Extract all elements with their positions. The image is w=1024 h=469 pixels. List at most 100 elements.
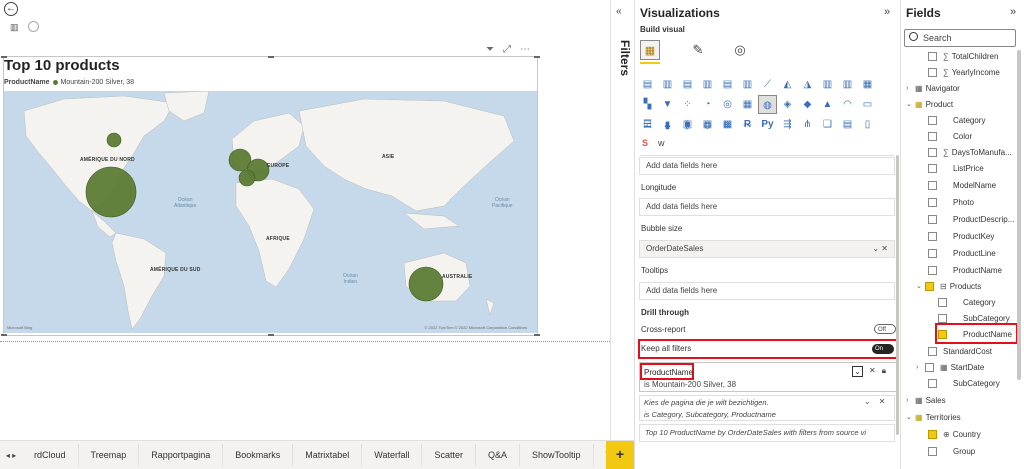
tab-page[interactable]: Scatter bbox=[422, 444, 476, 466]
tab-scroll-arrows-icon[interactable]: ◂ ▸ bbox=[0, 451, 22, 460]
resize-handle[interactable] bbox=[268, 56, 274, 58]
filter-icon[interactable]: ⏷ bbox=[486, 44, 494, 55]
world-map[interactable]: AMÉRIQUE DU NORD EUROPE ASIE AFRIQUE AMÉ… bbox=[4, 91, 537, 333]
field-checkbox-checked[interactable] bbox=[925, 281, 934, 291]
field-checkbox[interactable] bbox=[928, 214, 937, 224]
shape-map-icon[interactable]: ◆ bbox=[798, 95, 817, 114]
line-column-chart-icon[interactable]: ▥ bbox=[818, 75, 837, 94]
expand-filter-icon[interactable]: ⌄ bbox=[852, 366, 863, 377]
chevron-down-icon[interactable]: ⌄ bbox=[916, 282, 925, 290]
field-item[interactable]: Category bbox=[928, 112, 985, 128]
bubble-size-well[interactable]: OrderDateSales ⌄ ✕ bbox=[639, 240, 895, 258]
chevron-down-icon[interactable]: ⌄ bbox=[906, 100, 915, 108]
field-item[interactable]: ∑ TotalChildren bbox=[928, 48, 998, 64]
resize-handle[interactable] bbox=[534, 334, 540, 336]
more-options-icon[interactable]: ⋯ bbox=[520, 44, 530, 55]
field-checkbox[interactable] bbox=[928, 147, 937, 157]
field-checkbox[interactable] bbox=[928, 265, 937, 275]
visualizations-scrollbar[interactable] bbox=[896, 155, 899, 435]
paginated-report-icon[interactable]: ▯ bbox=[858, 115, 877, 134]
field-item[interactable]: ProductLine bbox=[928, 245, 996, 261]
tab-page[interactable]: Bookmarks bbox=[223, 444, 294, 466]
focus-mode-icon[interactable]: ⤢ bbox=[503, 44, 511, 55]
field-item-geo[interactable]: ⊕ Country bbox=[928, 426, 981, 442]
field-item[interactable]: ProductName bbox=[928, 262, 1002, 278]
treemap-icon[interactable]: ▦ bbox=[738, 95, 757, 114]
visual-table-icon[interactable]: ▥ bbox=[10, 22, 20, 32]
chevron-down-icon[interactable]: ⌄ bbox=[864, 397, 871, 406]
tab-page[interactable]: Rapportpagina bbox=[139, 444, 224, 466]
field-checkbox[interactable] bbox=[928, 51, 937, 61]
lock-icon[interactable]: 🔒︎ bbox=[882, 366, 886, 377]
field-options-icon[interactable]: ⌄ ✕ bbox=[872, 241, 888, 257]
donut-chart-icon[interactable]: ◎ bbox=[718, 95, 737, 114]
field-item[interactable]: ModelName bbox=[928, 177, 996, 193]
tab-page[interactable]: rdCloud bbox=[22, 444, 79, 466]
format-visual-icon[interactable]: ✎ bbox=[688, 40, 708, 60]
field-checkbox[interactable] bbox=[925, 362, 934, 372]
waterfall-chart-icon[interactable]: ▚ bbox=[638, 95, 657, 114]
fields-scrollbar[interactable] bbox=[1017, 50, 1021, 380]
collapse-chevrons-icon[interactable]: « bbox=[616, 6, 622, 17]
field-checkbox-checked[interactable] bbox=[928, 429, 937, 439]
location-well[interactable]: Add data fields here bbox=[639, 157, 895, 175]
chevron-right-icon[interactable]: › bbox=[906, 397, 915, 404]
resize-handle[interactable] bbox=[534, 56, 540, 58]
analytics-icon[interactable]: ◎ bbox=[730, 40, 750, 60]
pie-chart-icon[interactable]: ◔ bbox=[698, 95, 717, 114]
tab-page[interactable]: Waterfall bbox=[362, 444, 423, 466]
cross-report-toggle[interactable]: Off bbox=[874, 324, 896, 334]
funnel-chart-icon[interactable]: ▼ bbox=[658, 95, 677, 114]
hierarchy-products[interactable]: ⌄ ⊟ Products bbox=[916, 278, 981, 294]
table-sales[interactable]: › ▦ Sales bbox=[906, 392, 946, 408]
field-checkbox[interactable] bbox=[928, 446, 937, 456]
line-stacked-column-icon[interactable]: ▥ bbox=[838, 75, 857, 94]
add-page-button[interactable]: + bbox=[606, 441, 634, 469]
longitude-well[interactable]: Add data fields here bbox=[639, 198, 895, 216]
azure-map-icon[interactable]: ▲ bbox=[818, 95, 837, 114]
field-item[interactable]: SubCategory bbox=[928, 375, 1000, 391]
tab-page[interactable]: Treemap bbox=[79, 444, 140, 466]
more-visuals-icon[interactable]: ⋯ bbox=[738, 116, 757, 135]
field-checkbox[interactable] bbox=[928, 346, 937, 356]
back-arrow-icon[interactable]: ← bbox=[4, 2, 18, 16]
field-checkbox[interactable] bbox=[928, 248, 937, 258]
table-product[interactable]: ⌄ ▦ Product bbox=[906, 96, 953, 112]
key-influencers-icon[interactable]: ⇶ bbox=[778, 115, 797, 134]
column-100-chart-icon[interactable]: ▥ bbox=[738, 75, 757, 94]
field-item[interactable]: Category bbox=[938, 294, 995, 310]
python-visual-icon[interactable]: Py bbox=[758, 115, 777, 134]
chevron-down-icon[interactable]: ⌄ bbox=[906, 413, 915, 421]
tooltip-page-field[interactable]: Top 10 ProductName by OrderDateSales wit… bbox=[639, 424, 895, 442]
resize-handle[interactable] bbox=[1, 334, 7, 336]
field-item[interactable]: ProductKey bbox=[928, 228, 994, 244]
field-item[interactable]: ∑ YearlyIncome bbox=[928, 64, 1000, 80]
tab-page[interactable]: Q&A bbox=[476, 444, 521, 466]
tooltips-well[interactable]: Add data fields here bbox=[639, 282, 895, 300]
field-checkbox[interactable] bbox=[928, 197, 937, 207]
scatter-chart-icon[interactable]: ⁘ bbox=[678, 95, 697, 114]
build-visual-icon[interactable]: ▦ bbox=[640, 40, 660, 60]
bar-100-chart-icon[interactable]: ▤ bbox=[718, 75, 737, 94]
field-item[interactable]: ∑ DaysToManufa... bbox=[928, 144, 1012, 160]
prohibited-icon[interactable] bbox=[28, 21, 39, 32]
power-automate-icon[interactable]: ⟫ bbox=[678, 116, 697, 135]
ribbon-chart-icon[interactable]: ▦ bbox=[858, 75, 877, 94]
tab-page[interactable]: ShowTooltip bbox=[520, 444, 594, 466]
resize-handle[interactable] bbox=[268, 334, 274, 336]
field-checkbox[interactable] bbox=[928, 378, 937, 388]
decomposition-tree-icon[interactable]: ⋔ bbox=[798, 115, 817, 134]
field-checkbox[interactable] bbox=[928, 67, 937, 77]
legend-item[interactable]: Mountain-200 Silver, 38 bbox=[61, 79, 135, 86]
clustered-column-chart-icon[interactable]: ▥ bbox=[698, 75, 717, 94]
expand-chevrons-icon[interactable]: » bbox=[884, 6, 890, 18]
field-item-selected[interactable]: ProductName bbox=[938, 326, 1012, 342]
field-item-date[interactable]: › ▦ StartDate bbox=[916, 359, 984, 375]
field-checkbox[interactable] bbox=[928, 163, 937, 173]
qa-icon[interactable]: ❑ bbox=[818, 115, 837, 134]
expand-chevrons-icon[interactable]: » bbox=[1010, 6, 1016, 18]
field-item[interactable]: ProductDescrip... bbox=[928, 211, 1014, 227]
field-checkbox[interactable] bbox=[928, 115, 937, 125]
filters-label[interactable]: Filters bbox=[618, 40, 632, 76]
stacked-bar-chart-icon[interactable]: ▤ bbox=[638, 75, 657, 94]
